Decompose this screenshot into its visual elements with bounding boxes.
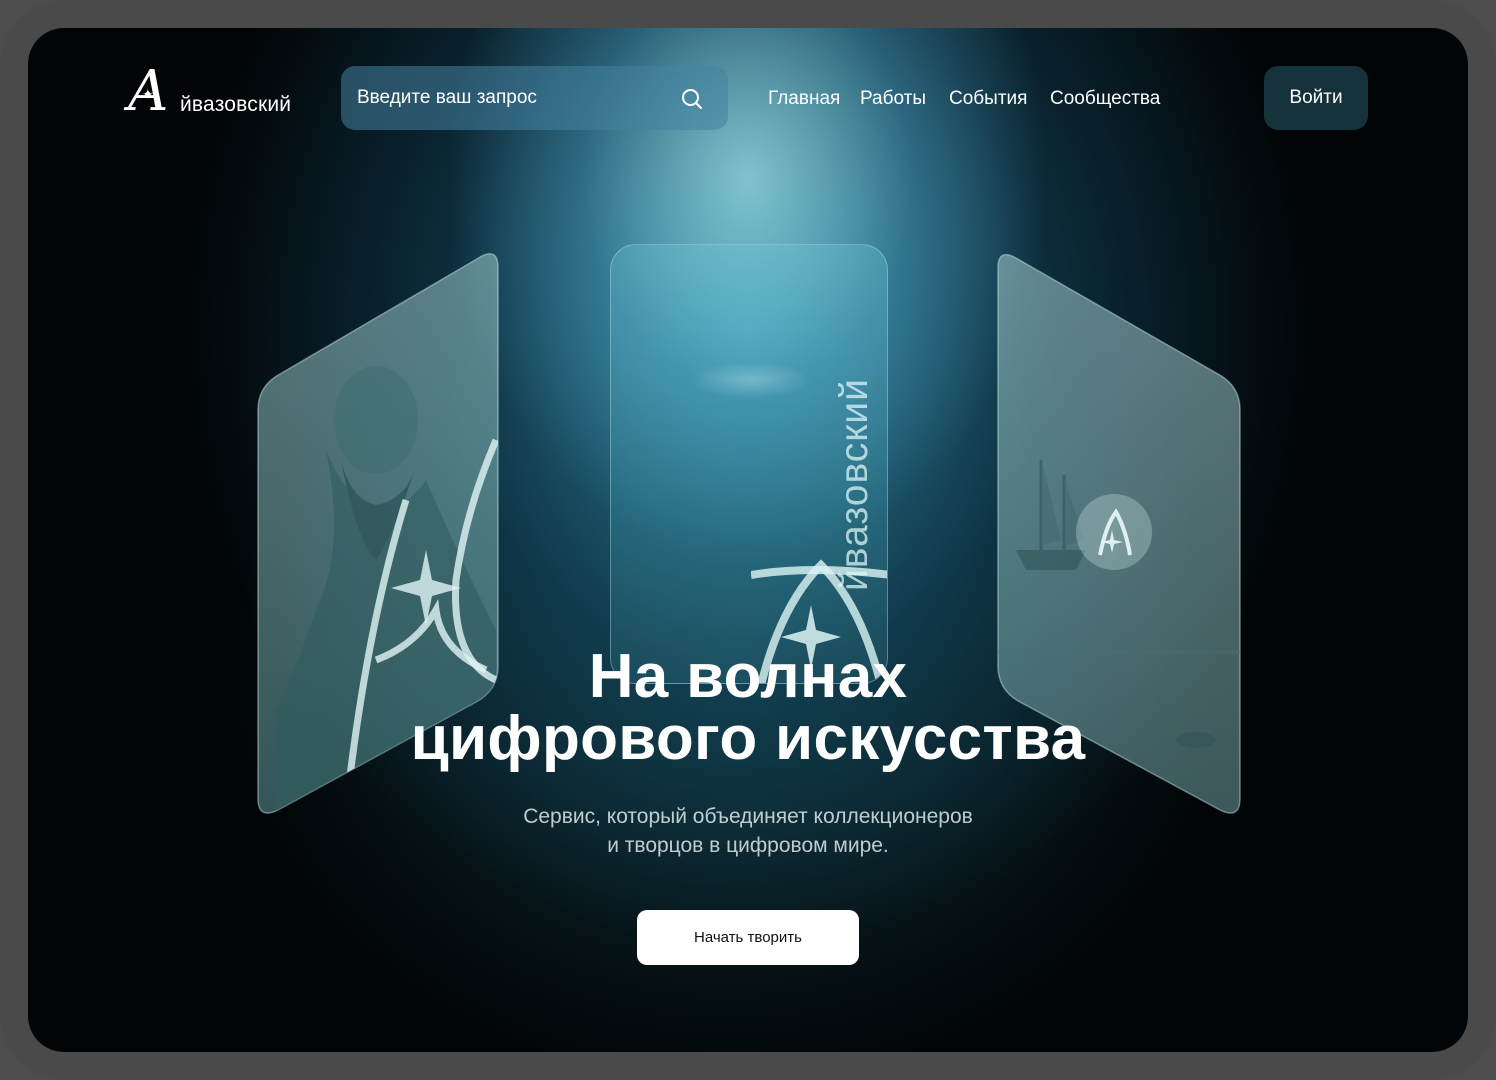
hero-title-line2: цифрового искусства [410, 704, 1086, 773]
start-creating-button[interactable]: Начать творить [637, 910, 859, 965]
brand-logo[interactable]: A ✦ йвазовский [128, 64, 308, 120]
screen: A ✦ йвазовский Главная Работы События Со… [28, 28, 1468, 1052]
search-bar [341, 66, 728, 130]
search-icon[interactable] [680, 87, 704, 111]
brand-logo-name: йвазовский [180, 93, 292, 116]
hero-title-line1: На волнах [588, 642, 908, 711]
device-frame: A ✦ йвазовский Главная Работы События Со… [0, 0, 1496, 1080]
hero-subtitle: Сервис, который объединяет коллекционеро… [448, 802, 1048, 860]
hero-subtitle-line1: Сервис, который объединяет коллекционеро… [523, 805, 973, 828]
hero-title: На волнах цифрового искусства [348, 646, 1148, 770]
card-center-label: йвазовский [833, 378, 876, 591]
nav-item-events[interactable]: События [949, 86, 1027, 112]
nav-item-communities[interactable]: Сообщества [1050, 86, 1160, 112]
hero-subtitle-line2: и творцов в цифровом мире. [607, 834, 889, 857]
nav-item-home[interactable]: Главная [768, 86, 840, 112]
login-button[interactable]: Войти [1264, 66, 1368, 130]
card-center-logo[interactable]: йвазовский [610, 244, 888, 684]
search-input[interactable] [357, 66, 657, 130]
sparkle-icon: ✦ [142, 86, 154, 102]
nav-item-works[interactable]: Работы [860, 86, 926, 112]
